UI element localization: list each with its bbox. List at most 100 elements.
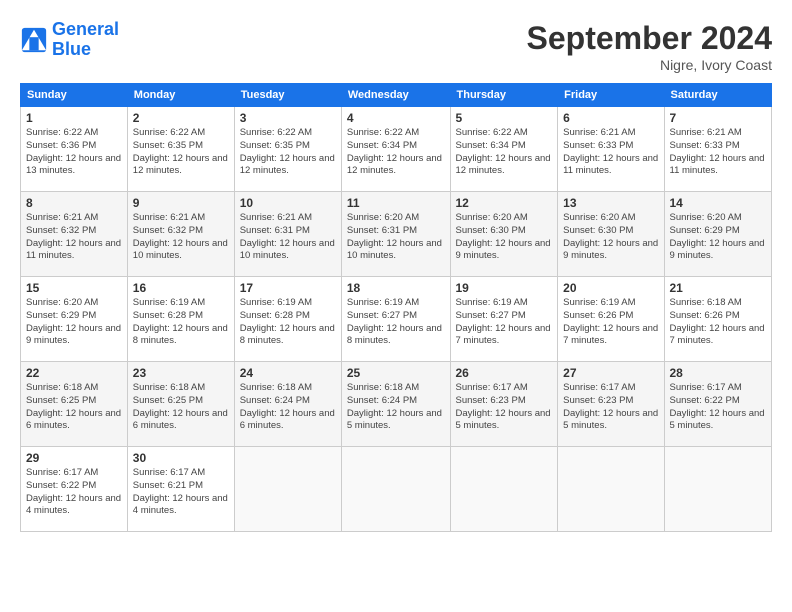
- day-number: 17: [240, 281, 336, 295]
- logo-text: General Blue: [52, 20, 119, 60]
- sunrise: Sunrise: 6:18 AM: [26, 382, 122, 395]
- calendar-cell: [450, 447, 558, 532]
- sunrise: Sunrise: 6:20 AM: [347, 212, 445, 225]
- day-info: Sunrise: 6:21 AM Sunset: 6:33 PM Dayligh…: [670, 127, 767, 178]
- day-info: Sunrise: 6:21 AM Sunset: 6:31 PM Dayligh…: [240, 212, 336, 263]
- daylight: Daylight: 12 hours and 11 minutes.: [26, 238, 122, 264]
- logo-icon: [20, 26, 48, 54]
- day-number: 3: [240, 111, 336, 125]
- calendar-cell: 21 Sunrise: 6:18 AM Sunset: 6:26 PM Dayl…: [664, 277, 772, 362]
- sunrise: Sunrise: 6:17 AM: [133, 467, 229, 480]
- sunrise: Sunrise: 6:22 AM: [240, 127, 336, 140]
- sunset: Sunset: 6:28 PM: [240, 310, 336, 323]
- calendar-cell: 30 Sunrise: 6:17 AM Sunset: 6:21 PM Dayl…: [127, 447, 234, 532]
- day-number: 20: [563, 281, 658, 295]
- sunrise: Sunrise: 6:18 AM: [133, 382, 229, 395]
- day-number: 12: [456, 196, 553, 210]
- daylight: Daylight: 12 hours and 12 minutes.: [347, 153, 445, 179]
- daylight: Daylight: 12 hours and 5 minutes.: [563, 408, 658, 434]
- day-number: 10: [240, 196, 336, 210]
- day-number: 1: [26, 111, 122, 125]
- sunset: Sunset: 6:22 PM: [670, 395, 767, 408]
- calendar-cell: 22 Sunrise: 6:18 AM Sunset: 6:25 PM Dayl…: [21, 362, 128, 447]
- day-info: Sunrise: 6:19 AM Sunset: 6:28 PM Dayligh…: [133, 297, 229, 348]
- day-number: 19: [456, 281, 553, 295]
- sunset: Sunset: 6:29 PM: [26, 310, 122, 323]
- day-info: Sunrise: 6:19 AM Sunset: 6:27 PM Dayligh…: [347, 297, 445, 348]
- day-info: Sunrise: 6:22 AM Sunset: 6:35 PM Dayligh…: [133, 127, 229, 178]
- sunrise: Sunrise: 6:21 AM: [26, 212, 122, 225]
- logo-blue: Blue: [52, 40, 119, 60]
- calendar-cell: 24 Sunrise: 6:18 AM Sunset: 6:24 PM Dayl…: [234, 362, 341, 447]
- daylight: Daylight: 12 hours and 7 minutes.: [456, 323, 553, 349]
- day-info: Sunrise: 6:22 AM Sunset: 6:34 PM Dayligh…: [347, 127, 445, 178]
- sunset: Sunset: 6:22 PM: [26, 480, 122, 493]
- sunset: Sunset: 6:29 PM: [670, 225, 767, 238]
- sunset: Sunset: 6:23 PM: [456, 395, 553, 408]
- sunset: Sunset: 6:26 PM: [563, 310, 658, 323]
- calendar-cell: 13 Sunrise: 6:20 AM Sunset: 6:30 PM Dayl…: [558, 192, 664, 277]
- sunrise: Sunrise: 6:18 AM: [670, 297, 767, 310]
- sunrise: Sunrise: 6:22 AM: [456, 127, 553, 140]
- day-info: Sunrise: 6:22 AM Sunset: 6:34 PM Dayligh…: [456, 127, 553, 178]
- day-number: 13: [563, 196, 658, 210]
- day-number: 22: [26, 366, 122, 380]
- day-number: 2: [133, 111, 229, 125]
- sunset: Sunset: 6:31 PM: [240, 225, 336, 238]
- sunrise: Sunrise: 6:20 AM: [456, 212, 553, 225]
- day-number: 9: [133, 196, 229, 210]
- daylight: Daylight: 12 hours and 8 minutes.: [240, 323, 336, 349]
- day-number: 6: [563, 111, 658, 125]
- sunrise: Sunrise: 6:21 AM: [133, 212, 229, 225]
- day-info: Sunrise: 6:18 AM Sunset: 6:26 PM Dayligh…: [670, 297, 767, 348]
- day-number: 25: [347, 366, 445, 380]
- sunset: Sunset: 6:34 PM: [347, 140, 445, 153]
- calendar-cell: 11 Sunrise: 6:20 AM Sunset: 6:31 PM Dayl…: [341, 192, 450, 277]
- sunset: Sunset: 6:24 PM: [347, 395, 445, 408]
- sunrise: Sunrise: 6:20 AM: [563, 212, 658, 225]
- sunset: Sunset: 6:35 PM: [240, 140, 336, 153]
- day-number: 18: [347, 281, 445, 295]
- day-info: Sunrise: 6:18 AM Sunset: 6:24 PM Dayligh…: [240, 382, 336, 433]
- day-info: Sunrise: 6:21 AM Sunset: 6:32 PM Dayligh…: [26, 212, 122, 263]
- day-info: Sunrise: 6:22 AM Sunset: 6:35 PM Dayligh…: [240, 127, 336, 178]
- daylight: Daylight: 12 hours and 10 minutes.: [347, 238, 445, 264]
- header: General Blue September 2024 Nigre, Ivory…: [20, 20, 772, 73]
- week-row-3: 15 Sunrise: 6:20 AM Sunset: 6:29 PM Dayl…: [21, 277, 772, 362]
- calendar-cell: 15 Sunrise: 6:20 AM Sunset: 6:29 PM Dayl…: [21, 277, 128, 362]
- sunset: Sunset: 6:25 PM: [26, 395, 122, 408]
- day-info: Sunrise: 6:19 AM Sunset: 6:27 PM Dayligh…: [456, 297, 553, 348]
- sunset: Sunset: 6:35 PM: [133, 140, 229, 153]
- sunset: Sunset: 6:31 PM: [347, 225, 445, 238]
- sunset: Sunset: 6:21 PM: [133, 480, 229, 493]
- sunrise: Sunrise: 6:19 AM: [563, 297, 658, 310]
- sunrise: Sunrise: 6:22 AM: [133, 127, 229, 140]
- daylight: Daylight: 12 hours and 8 minutes.: [347, 323, 445, 349]
- day-number: 26: [456, 366, 553, 380]
- day-header-tuesday: Tuesday: [234, 84, 341, 107]
- day-info: Sunrise: 6:21 AM Sunset: 6:33 PM Dayligh…: [563, 127, 658, 178]
- sunrise: Sunrise: 6:19 AM: [240, 297, 336, 310]
- day-info: Sunrise: 6:20 AM Sunset: 6:31 PM Dayligh…: [347, 212, 445, 263]
- daylight: Daylight: 12 hours and 9 minutes.: [563, 238, 658, 264]
- calendar-cell: 20 Sunrise: 6:19 AM Sunset: 6:26 PM Dayl…: [558, 277, 664, 362]
- logo: General Blue: [20, 20, 119, 60]
- title-block: September 2024 Nigre, Ivory Coast: [527, 20, 772, 73]
- calendar-cell: 5 Sunrise: 6:22 AM Sunset: 6:34 PM Dayli…: [450, 107, 558, 192]
- sunset: Sunset: 6:28 PM: [133, 310, 229, 323]
- day-info: Sunrise: 6:17 AM Sunset: 6:21 PM Dayligh…: [133, 467, 229, 518]
- location: Nigre, Ivory Coast: [527, 57, 772, 73]
- calendar-cell: 28 Sunrise: 6:17 AM Sunset: 6:22 PM Dayl…: [664, 362, 772, 447]
- daylight: Daylight: 12 hours and 5 minutes.: [670, 408, 767, 434]
- sunrise: Sunrise: 6:17 AM: [26, 467, 122, 480]
- sunrise: Sunrise: 6:22 AM: [347, 127, 445, 140]
- day-number: 24: [240, 366, 336, 380]
- calendar-cell: 6 Sunrise: 6:21 AM Sunset: 6:33 PM Dayli…: [558, 107, 664, 192]
- daylight: Daylight: 12 hours and 5 minutes.: [347, 408, 445, 434]
- calendar-cell: 14 Sunrise: 6:20 AM Sunset: 6:29 PM Dayl…: [664, 192, 772, 277]
- sunrise: Sunrise: 6:19 AM: [456, 297, 553, 310]
- logo-general: General: [52, 19, 119, 39]
- sunset: Sunset: 6:33 PM: [563, 140, 658, 153]
- day-info: Sunrise: 6:17 AM Sunset: 6:22 PM Dayligh…: [26, 467, 122, 518]
- calendar-cell: 12 Sunrise: 6:20 AM Sunset: 6:30 PM Dayl…: [450, 192, 558, 277]
